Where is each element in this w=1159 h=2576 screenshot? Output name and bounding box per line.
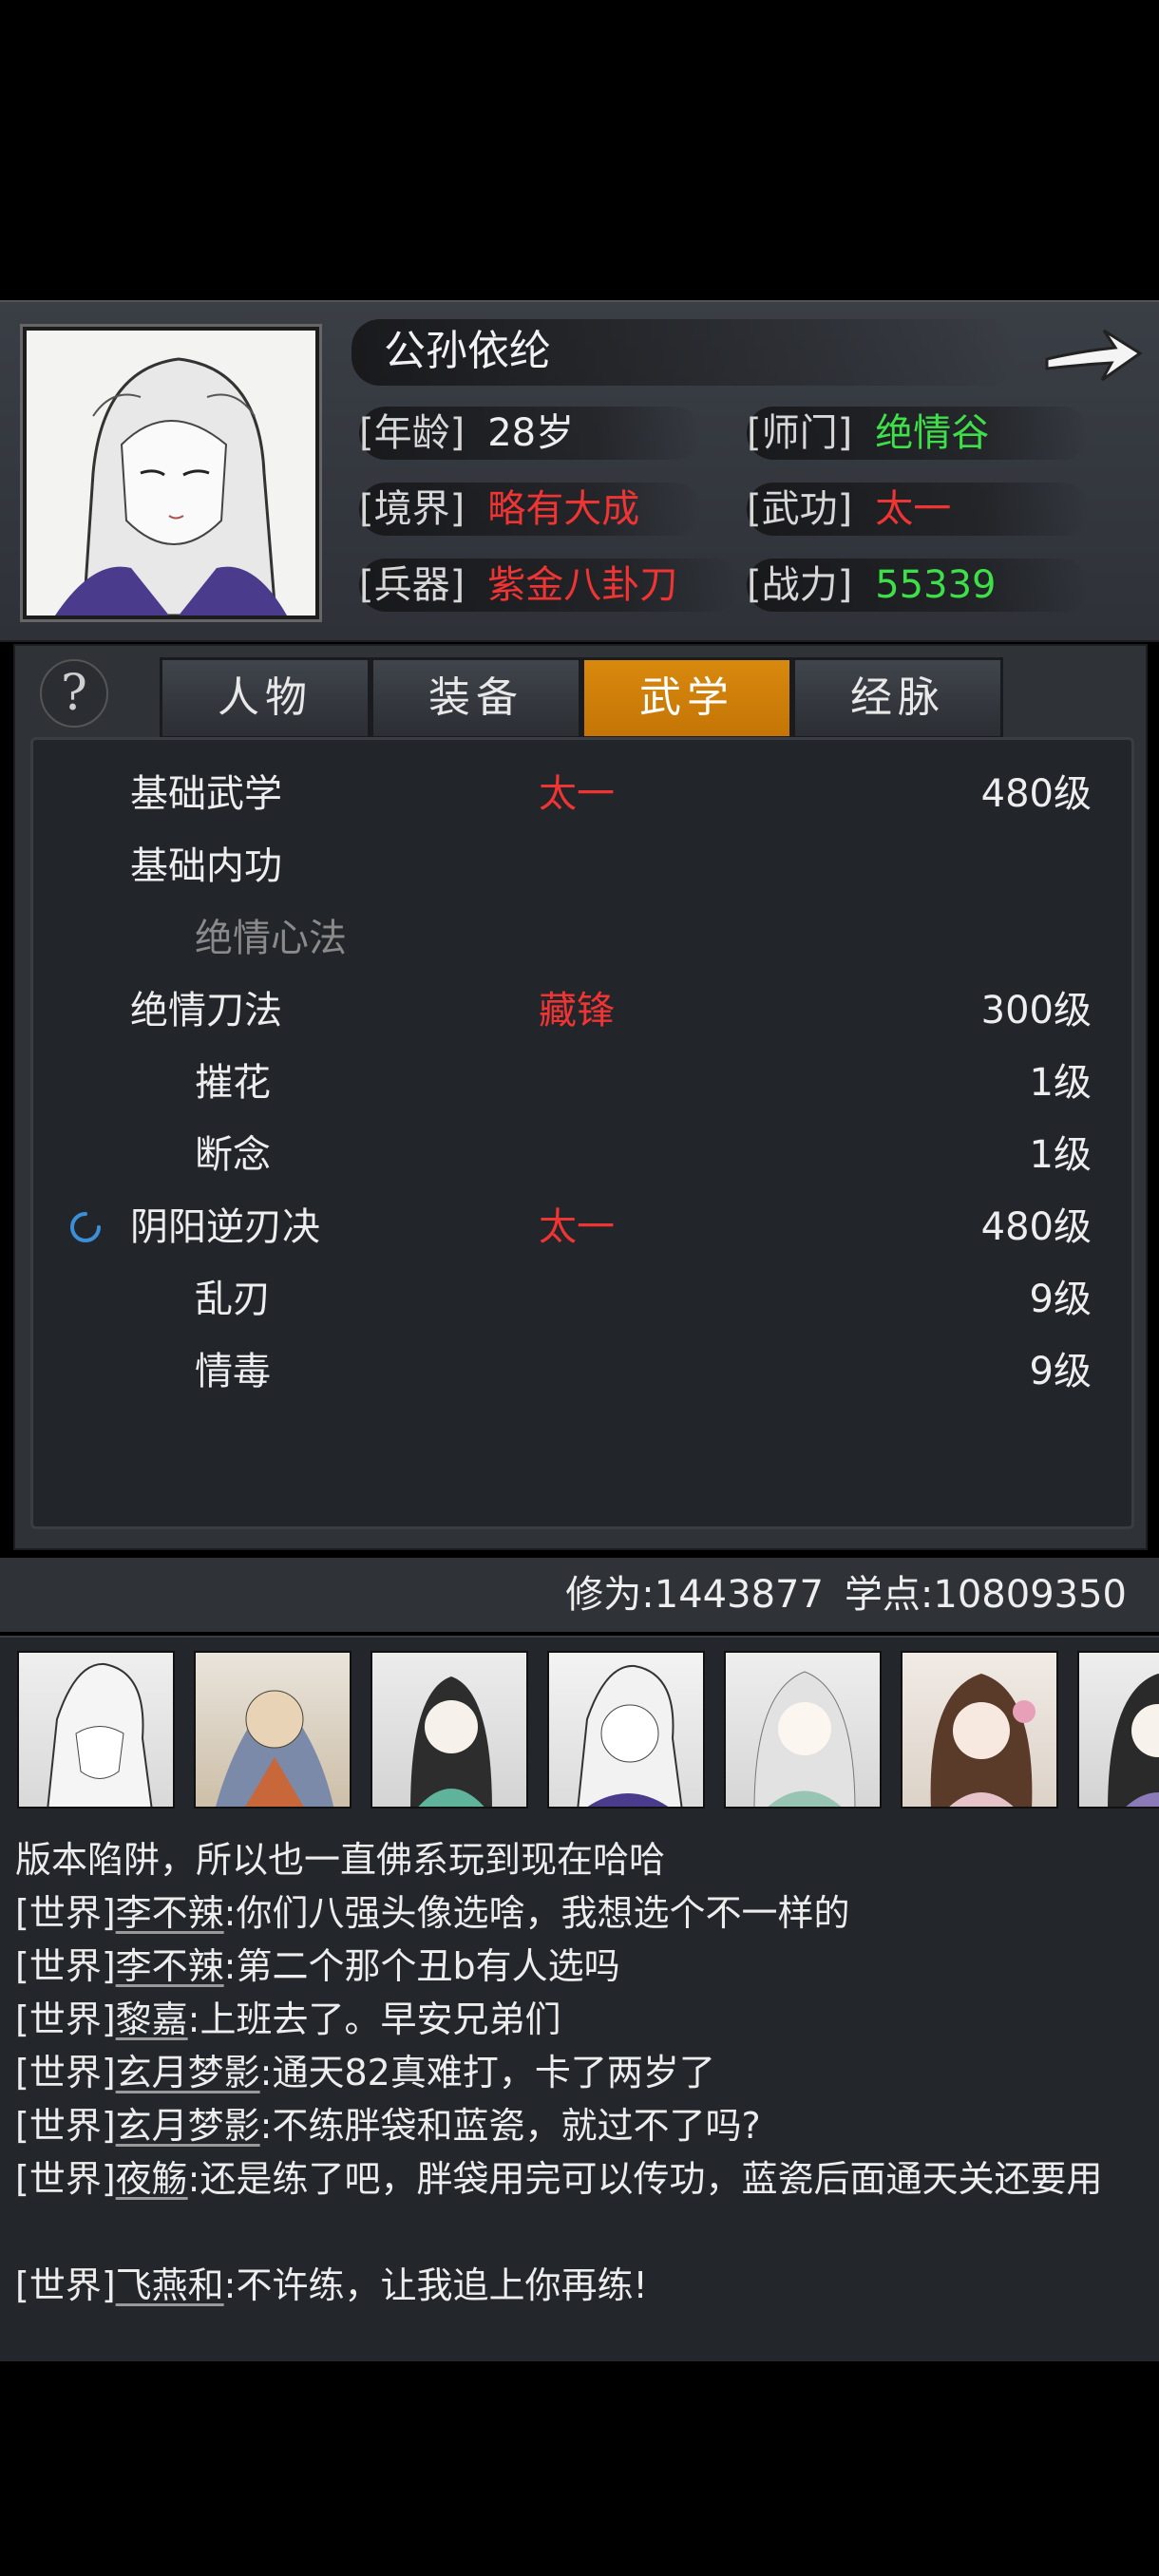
stat-martial: [武功] 太一 [747, 479, 1089, 540]
stat-age: [年龄] 28岁 [359, 403, 701, 464]
stat-realm: [境界] 略有大成 [359, 479, 701, 540]
skill-row[interactable]: 基础武学 太一 480级 [33, 761, 1131, 827]
avatar[interactable] [17, 1651, 175, 1809]
stat-power: [战力] 55339 [747, 555, 1089, 616]
skill-row[interactable]: 乱刃 9级 [33, 1266, 1131, 1333]
chat-message: [世界]李不辣:第二个那个丑b有人选吗 [15, 1945, 620, 1987]
skill-points-value: 学点:10809350 [844, 1573, 1127, 1617]
skill-row[interactable]: 断念 1级 [33, 1122, 1131, 1188]
stat-sect: [师门] 绝情谷 [747, 403, 1089, 464]
skill-row[interactable]: 情毒 9级 [33, 1338, 1131, 1405]
progress-readout: 修为:1443877 学点:10809350 [544, 1558, 1127, 1632]
avatar[interactable] [370, 1651, 528, 1809]
skill-row[interactable]: 绝情刀法 藏锋 300级 [33, 977, 1131, 1044]
chat-message: [世界]夜觞:还是练了吧，胖袋用完可以传功，蓝瓷后面通天关还要用 [15, 2158, 1103, 2200]
next-arrow-icon[interactable] [1041, 319, 1146, 391]
skill-row[interactable]: 绝情心法 [33, 905, 1131, 972]
avatar[interactable] [1077, 1651, 1159, 1809]
stat-weapon: [兵器] 紫金八卦刀 [359, 555, 739, 616]
tab-martial-arts[interactable]: 武学 [581, 657, 792, 739]
skill-row[interactable]: 基础内功 [33, 833, 1131, 900]
tab-meridians[interactable]: 经脉 [792, 657, 1003, 739]
skill-row[interactable]: 摧花 1级 [33, 1050, 1131, 1116]
skill-row[interactable]: 阴阳逆刃决 太一 480级 [33, 1194, 1131, 1260]
avatar[interactable] [547, 1651, 705, 1809]
loading-spinner-icon [70, 1212, 101, 1242]
avatar[interactable] [724, 1651, 882, 1809]
character-name: 公孙依纶 [384, 327, 551, 375]
chat-username[interactable]: 飞燕和 [116, 2264, 224, 2306]
avatar[interactable] [901, 1651, 1058, 1809]
chat-username[interactable]: 夜觞 [116, 2158, 188, 2200]
chat-username[interactable]: 李不辣 [116, 1892, 224, 1934]
chat-message: [世界]玄月梦影:通天82真难打，卡了两岁了 [15, 2052, 715, 2093]
avatar[interactable] [194, 1651, 352, 1809]
chat-username[interactable]: 玄月梦影 [116, 2105, 260, 2147]
chat-username[interactable]: 李不辣 [116, 1945, 224, 1987]
skill-list: 基础武学 太一 480级 基础内功 绝情心法 绝情刀法 藏锋 300级 摧花 1… [30, 737, 1134, 1529]
help-icon[interactable]: ? [40, 659, 108, 728]
avatar-strip [0, 1651, 1159, 1812]
chat-message: [世界]黎嘉:上班去了。早安兄弟们 [15, 1998, 561, 2040]
tab-character[interactable]: 人物 [160, 657, 370, 739]
chat-message: [世界]玄月梦影:不练胖袋和蓝瓷，就过不了吗? [15, 2105, 761, 2147]
chat-message: 版本陷阱，所以也一直佛系玩到现在哈哈 [15, 1839, 666, 1881]
cultivation-value: 修为:1443877 [565, 1573, 824, 1617]
tab-equipment[interactable]: 装备 [370, 657, 581, 739]
chat-message: [世界]飞燕和:不许练，让我追上你再练! [15, 2264, 648, 2306]
chat-username[interactable]: 黎嘉 [116, 1998, 188, 2040]
chat-username[interactable]: 玄月梦影 [116, 2052, 260, 2093]
character-portrait[interactable] [23, 327, 319, 619]
chat-message: [世界]李不辣:你们八强头像选啥，我想选个不一样的 [15, 1892, 850, 1934]
